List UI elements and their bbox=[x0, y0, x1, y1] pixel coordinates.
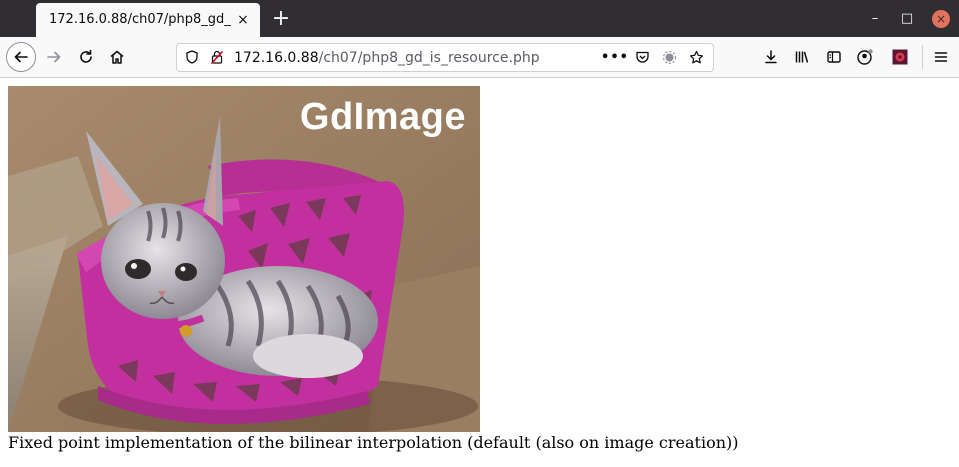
gd-image-label: GdImage bbox=[299, 96, 466, 138]
menu-button[interactable] bbox=[928, 44, 954, 70]
tab-strip: 172.16.0.88/ch07/php8_gd_ × + – □ × bbox=[0, 0, 959, 37]
url-bar[interactable]: 172.16.0.88/ch07/php8_gd_is_resource.php… bbox=[176, 43, 714, 72]
menu-icon bbox=[934, 52, 948, 62]
url-text[interactable]: 172.16.0.88/ch07/php8_gd_is_resource.php bbox=[234, 50, 540, 66]
extension-icon[interactable] bbox=[659, 47, 679, 67]
library-icon bbox=[795, 51, 809, 63]
browser-tab[interactable]: 172.16.0.88/ch07/php8_gd_ × bbox=[36, 3, 260, 37]
gd-image: GdImage bbox=[8, 86, 480, 432]
insecure-lock-icon[interactable] bbox=[207, 47, 227, 67]
forward-icon bbox=[47, 51, 61, 63]
window-close-button[interactable]: × bbox=[932, 10, 950, 28]
minimize-button[interactable]: – bbox=[866, 10, 884, 28]
interpolation-caption: Fixed point implementation of the biline… bbox=[8, 433, 739, 452]
sidebar-icon bbox=[827, 51, 841, 63]
page-actions-icon[interactable]: ••• bbox=[601, 47, 628, 67]
reload-button[interactable] bbox=[73, 44, 99, 70]
tab-title: 172.16.0.88/ch07/php8_gd_ bbox=[49, 12, 231, 27]
sidebar-button[interactable] bbox=[821, 44, 847, 70]
download-button[interactable] bbox=[758, 44, 784, 70]
shield-icon[interactable] bbox=[182, 47, 202, 67]
home-button[interactable] bbox=[104, 44, 130, 70]
page-content: GdImage Fixed point implementation of th… bbox=[0, 78, 959, 467]
maximize-button[interactable]: □ bbox=[898, 10, 916, 28]
account-icon bbox=[857, 49, 873, 65]
url-host: 172.16.0.88 bbox=[234, 50, 319, 66]
reload-icon bbox=[80, 49, 92, 63]
account-button[interactable] bbox=[852, 44, 878, 70]
new-tab-button[interactable]: + bbox=[268, 7, 294, 33]
url-path: /ch07/php8_gd_is_resource.php bbox=[318, 50, 540, 66]
forward-button[interactable] bbox=[41, 44, 67, 70]
back-icon bbox=[14, 51, 28, 63]
toolbar-separator bbox=[922, 45, 923, 69]
home-icon bbox=[110, 50, 124, 64]
navigation-toolbar: 172.16.0.88/ch07/php8_gd_is_resource.php… bbox=[0, 37, 959, 78]
extension-square-icon bbox=[892, 49, 908, 65]
library-button[interactable] bbox=[789, 44, 815, 70]
pocket-icon[interactable] bbox=[632, 47, 652, 67]
download-icon bbox=[765, 50, 777, 64]
bookmark-star-icon[interactable] bbox=[686, 47, 706, 67]
back-button[interactable] bbox=[6, 42, 36, 72]
tab-close-button[interactable]: × bbox=[235, 12, 251, 28]
extension-square-button[interactable] bbox=[887, 44, 913, 70]
